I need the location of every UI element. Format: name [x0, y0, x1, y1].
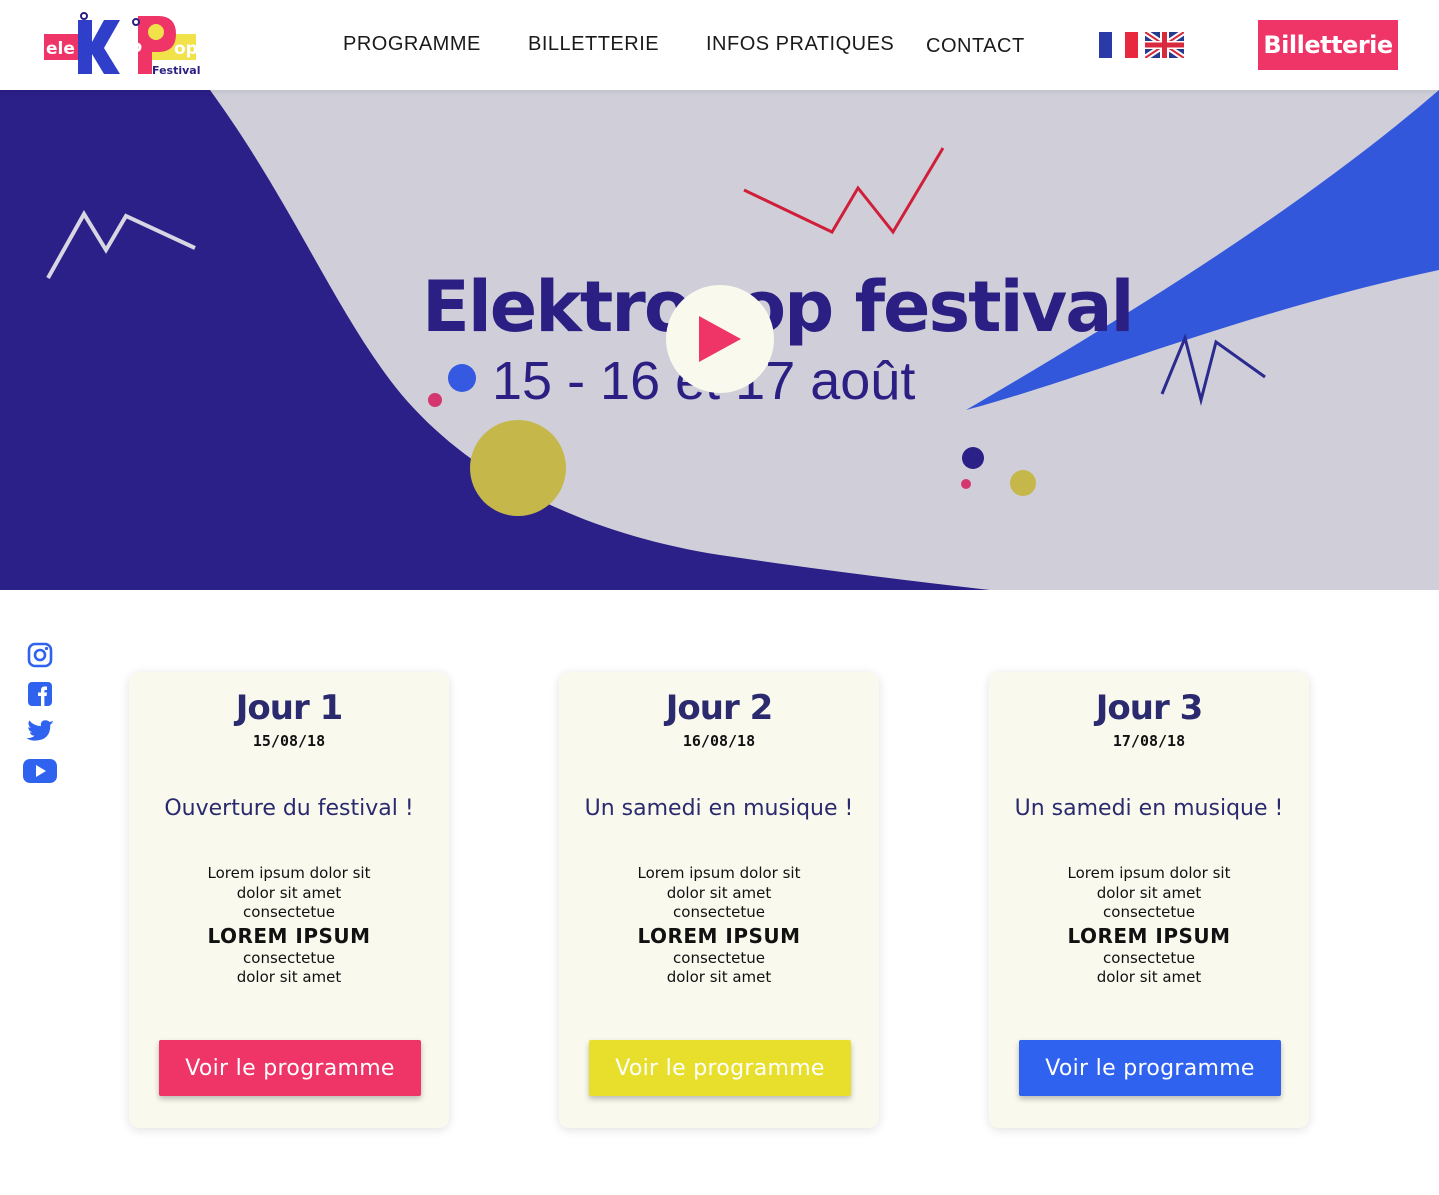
logo-text-op: op — [174, 39, 198, 59]
fr-flag-icon[interactable] — [1099, 32, 1138, 58]
instagram-link[interactable] — [22, 640, 58, 670]
nav-billetterie[interactable]: BILLETTERIE — [528, 33, 659, 56]
elektropop-logo[interactable]: ele tro op Festival — [42, 10, 202, 80]
day-description: Lorem ipsum dolor sit dolor sit amet con… — [989, 864, 1309, 988]
logo-subtitle: Festival — [152, 64, 200, 77]
hero-title: Elektropop festival — [422, 266, 1135, 348]
day-card-1: Jour 1 15/08/18 Ouverture du festival ! … — [129, 672, 449, 1128]
description-line: consectetue — [1103, 903, 1195, 921]
description-line: consectetue — [1103, 948, 1195, 967]
description-line: dolor sit amet — [666, 968, 772, 986]
video-play-button[interactable] — [666, 285, 774, 393]
day-title: Jour 1 — [235, 688, 343, 728]
description-line: dolor sit amet — [1096, 968, 1202, 986]
instagram-icon — [27, 642, 53, 668]
description-line: consectetue — [243, 948, 335, 967]
facebook-link[interactable] — [22, 679, 58, 709]
logo-text-ele: ele — [46, 39, 75, 59]
description-line: consectetue — [673, 948, 765, 967]
description-line: Lorem ipsum dolor sit — [637, 864, 801, 882]
site-header: ele tro op Festival PROGRAMME BILLETTERI… — [0, 0, 1439, 90]
twitter-icon — [26, 720, 54, 741]
voir-programme-button-2[interactable]: Voir le programme — [589, 1040, 851, 1096]
description-line: dolor sit amet — [236, 883, 342, 902]
play-icon — [699, 316, 741, 362]
description-line: dolor sit amet — [666, 883, 772, 902]
description-line: consectetue — [673, 903, 765, 921]
day-date: 15/08/18 — [252, 732, 326, 750]
day-subtitle: Un samedi en musique ! — [584, 796, 854, 821]
voir-programme-button-1[interactable]: Voir le programme — [159, 1040, 421, 1096]
twitter-link[interactable] — [22, 717, 58, 747]
youtube-link[interactable] — [22, 756, 58, 786]
day-subtitle: Un samedi en musique ! — [1014, 796, 1284, 821]
description-line: consectetue — [243, 903, 335, 921]
day-description: Lorem ipsum dolor sit dolor sit amet con… — [559, 864, 879, 988]
description-highlight: LOREM IPSUM — [207, 923, 371, 948]
description-highlight: LOREM IPSUM — [1067, 923, 1231, 948]
description-line: Lorem ipsum dolor sit — [1067, 864, 1231, 882]
day-title: Jour 3 — [1095, 688, 1203, 728]
nav-programme[interactable]: PROGRAMME — [343, 33, 481, 56]
day-description: Lorem ipsum dolor sit dolor sit amet con… — [129, 864, 449, 988]
description-line: Lorem ipsum dolor sit — [207, 864, 371, 882]
day-date: 17/08/18 — [1112, 732, 1186, 750]
day-title: Jour 2 — [665, 688, 773, 728]
facebook-icon — [28, 682, 52, 706]
hero-banner: Elektropop festival 15 - 16 et 17 août — [0, 90, 1439, 590]
day-card-2: Jour 2 16/08/18 Un samedi en musique ! L… — [559, 672, 879, 1128]
youtube-icon — [23, 759, 57, 783]
nav-contact[interactable]: CONTACT — [926, 35, 1025, 58]
day-date: 16/08/18 — [682, 732, 756, 750]
day-card-3: Jour 3 17/08/18 Un samedi en musique ! L… — [989, 672, 1309, 1128]
nav-infos-pratiques[interactable]: INFOS PRATIQUES — [706, 33, 894, 56]
logo-text-tro: tro — [114, 37, 142, 57]
billetterie-button[interactable]: Billetterie — [1258, 20, 1398, 70]
description-line: dolor sit amet — [236, 968, 342, 986]
description-line: dolor sit amet — [1096, 883, 1202, 902]
day-subtitle: Ouverture du festival ! — [164, 796, 414, 821]
uk-flag-icon[interactable] — [1145, 32, 1184, 58]
description-highlight: LOREM IPSUM — [637, 923, 801, 948]
voir-programme-button-3[interactable]: Voir le programme — [1019, 1040, 1281, 1096]
